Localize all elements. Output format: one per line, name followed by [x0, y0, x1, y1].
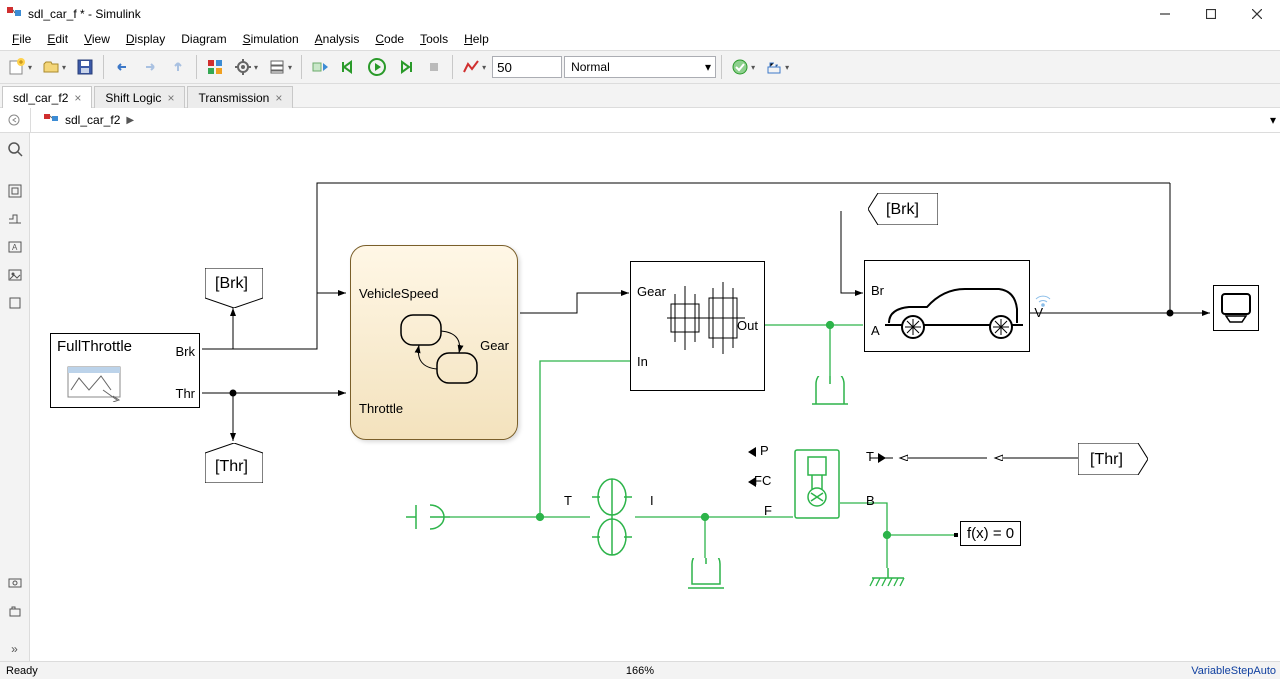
model-icon: [43, 112, 59, 128]
block-mech-ref-1[interactable]: [810, 376, 850, 419]
block-from-thr[interactable]: [Thr]: [1078, 443, 1148, 478]
block-goto-thr[interactable]: [Thr]: [205, 443, 263, 486]
menu-file[interactable]: File: [4, 30, 39, 48]
canvas-palette: A »: [0, 133, 30, 661]
triangle-port-icon: [748, 477, 756, 487]
svg-text:[Brk]: [Brk]: [886, 201, 919, 218]
block-solver-config[interactable]: f(x) = 0: [960, 521, 1021, 546]
svg-text:[Thr]: [Thr]: [215, 458, 248, 475]
menu-tools[interactable]: Tools: [412, 30, 456, 48]
save-button[interactable]: [72, 54, 98, 80]
block-goto-brk[interactable]: [Brk]: [205, 268, 263, 311]
car-icon: [883, 279, 1025, 343]
menu-view[interactable]: View: [76, 30, 118, 48]
triangle-port-icon: [748, 447, 756, 457]
chevron-right-icon: ▶: [126, 115, 134, 126]
build-button[interactable]: ▾: [761, 54, 793, 80]
area-button[interactable]: [3, 291, 27, 315]
fit-to-view-button[interactable]: [3, 179, 27, 203]
block-scope[interactable]: [1213, 285, 1259, 331]
window-title: sdl_car_f * - Simulink: [28, 7, 1142, 21]
menu-help[interactable]: Help: [456, 30, 497, 48]
tab-transmission[interactable]: Transmission×: [187, 86, 293, 108]
status-ready: Ready: [0, 665, 38, 677]
data-inspector-button[interactable]: ▾: [458, 54, 490, 80]
block-ground-ref[interactable]: [868, 568, 908, 599]
menu-edit[interactable]: Edit: [39, 30, 76, 48]
stateflow-icon: [397, 311, 485, 391]
block-engine[interactable]: [794, 449, 840, 522]
scope-icon: [1214, 286, 1258, 330]
nav-back-button[interactable]: [109, 54, 135, 80]
block-stateflow-shift-logic[interactable]: VehicleSpeed Throttle Gear: [350, 245, 518, 440]
menu-bar: File Edit View Display Diagram Simulatio…: [0, 28, 1280, 50]
model-config-button[interactable]: ▾: [230, 54, 262, 80]
run-button[interactable]: [363, 54, 391, 80]
nav-up-button[interactable]: [165, 54, 191, 80]
screenshot-button[interactable]: [3, 599, 27, 623]
menu-analysis[interactable]: Analysis: [307, 30, 368, 48]
zoom-fit-button[interactable]: [3, 137, 27, 161]
stop-time-input[interactable]: [492, 56, 562, 78]
signal-builder-icon: [67, 366, 121, 402]
breadcrumb-views-button[interactable]: ▾: [1270, 113, 1276, 127]
simulation-mode-select[interactable]: Normal▾: [564, 56, 716, 78]
block-torque-converter[interactable]: [588, 473, 636, 564]
hide-nav-button[interactable]: [4, 110, 24, 130]
breadcrumb-root[interactable]: sdl_car_f2 ▶: [37, 110, 140, 130]
tab-sdl-car[interactable]: sdl_car_f2×: [2, 86, 92, 108]
menu-code[interactable]: Code: [367, 30, 412, 48]
status-bar: Ready 166% VariableStepAuto: [0, 661, 1280, 679]
step-back-button[interactable]: [335, 54, 361, 80]
block-transmission[interactable]: Gear In Out: [630, 261, 765, 391]
tab-close-icon[interactable]: ×: [74, 91, 81, 105]
svg-text:[Brk]: [Brk]: [215, 275, 248, 292]
svg-text:A: A: [12, 243, 18, 252]
block-mech-ref-2[interactable]: [406, 501, 450, 538]
simulink-app-icon: [6, 6, 22, 22]
triangle-port-icon: [878, 453, 886, 463]
open-button[interactable]: ▾: [38, 54, 70, 80]
status-solver[interactable]: VariableStepAuto: [1191, 665, 1280, 677]
svg-text:[Thr]: [Thr]: [1090, 451, 1123, 468]
window-maximize-button[interactable]: [1188, 0, 1234, 28]
tab-close-icon[interactable]: ×: [167, 91, 174, 105]
annotation-button[interactable]: A: [3, 235, 27, 259]
gearbox-icon: [667, 274, 745, 364]
image-button[interactable]: [3, 263, 27, 287]
window-close-button[interactable]: [1234, 0, 1280, 28]
viewmark-button[interactable]: [3, 571, 27, 595]
status-zoom[interactable]: 166%: [626, 665, 654, 677]
fast-restart-button[interactable]: [307, 54, 333, 80]
expand-palette-button[interactable]: »: [3, 637, 27, 661]
model-explorer-button[interactable]: ▾: [264, 54, 296, 80]
block-from-brk[interactable]: [Brk]: [868, 193, 938, 228]
menu-diagram[interactable]: Diagram: [173, 30, 234, 48]
step-forward-button[interactable]: [393, 54, 419, 80]
menu-simulation[interactable]: Simulation: [235, 30, 307, 48]
diagram-canvas[interactable]: [30, 133, 1280, 661]
tab-close-icon[interactable]: ×: [275, 91, 282, 105]
toggle-sample-time-button[interactable]: [3, 207, 27, 231]
block-vehicle-body[interactable]: Br A V: [864, 260, 1030, 352]
breadcrumb-bar: sdl_car_f2 ▶ ▾: [0, 108, 1280, 133]
library-browser-button[interactable]: [202, 54, 228, 80]
new-model-button[interactable]: ▾: [4, 54, 36, 80]
toolstrip: ▾ ▾ ▾ ▾ ▾ Normal▾ ▾ ▾: [0, 50, 1280, 84]
block-mech-ref-3[interactable]: [686, 558, 726, 601]
update-diagram-button[interactable]: ▾: [727, 54, 759, 80]
model-tabs: sdl_car_f2× Shift Logic× Transmission×: [0, 84, 1280, 108]
menu-display[interactable]: Display: [118, 30, 173, 48]
window-minimize-button[interactable]: [1142, 0, 1188, 28]
stop-button[interactable]: [421, 54, 447, 80]
block-signal-builder[interactable]: FullThrottle Brk Thr: [50, 333, 200, 408]
nav-forward-button[interactable]: [137, 54, 163, 80]
tab-shift-logic[interactable]: Shift Logic×: [94, 86, 185, 108]
